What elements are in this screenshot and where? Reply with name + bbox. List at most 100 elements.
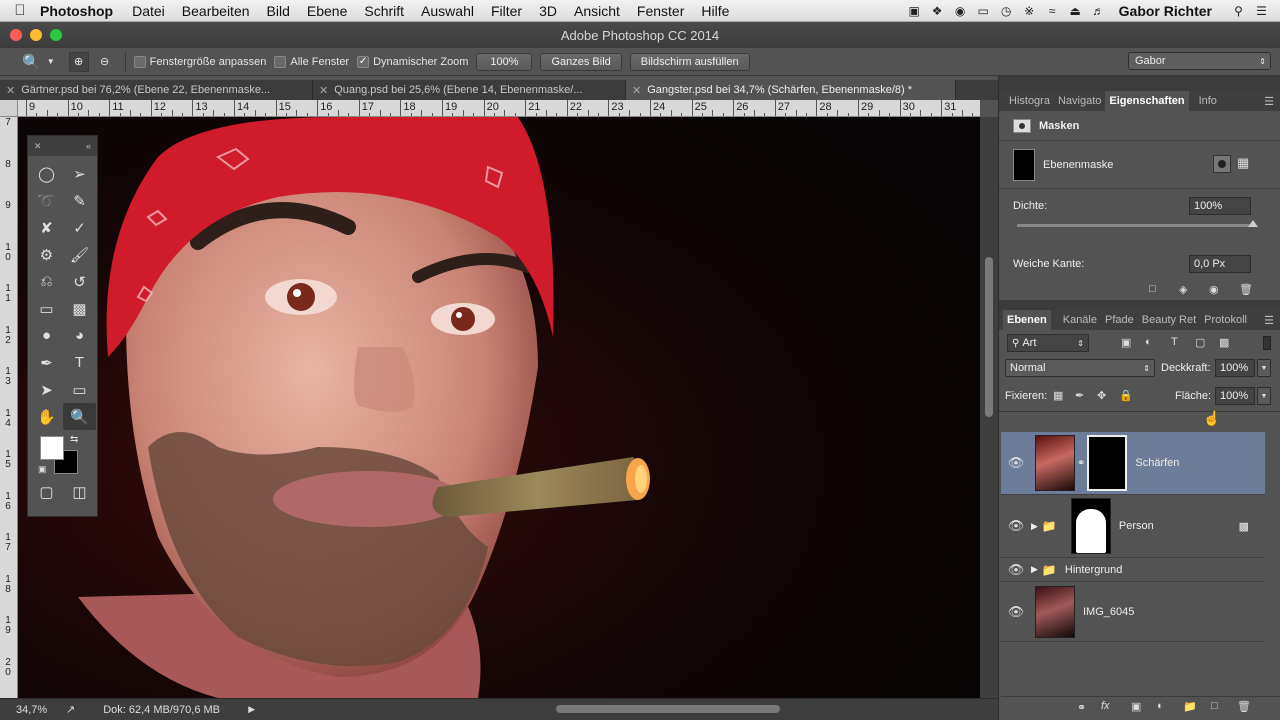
tab-navigator[interactable]: Navigato	[1054, 91, 1105, 111]
horizontal-scroll-thumb[interactable]	[556, 705, 780, 713]
select-pixel-mask-icon[interactable]	[1213, 155, 1231, 173]
history-brush-icon[interactable]: ↺	[63, 268, 96, 295]
zoom-tool-icon[interactable]: 🔍	[63, 403, 96, 430]
tab-beauty[interactable]: Beauty Ret	[1138, 310, 1200, 330]
tab-history[interactable]: Protokoll	[1200, 310, 1251, 330]
load-selection-icon[interactable]: □	[1149, 283, 1156, 295]
tab-quang[interactable]: ✕ Quang.psd bei 25,6% (Ebene 14, Ebenenma…	[313, 80, 626, 100]
hand-tool-icon[interactable]: ✋	[30, 403, 63, 430]
zoom-100-button[interactable]: 100%	[476, 52, 533, 71]
fit-screen-button[interactable]: Ganzes Bild	[540, 52, 622, 71]
add-vector-mask-icon[interactable]: ▦	[1237, 155, 1249, 171]
new-group-icon[interactable]: 📁	[1183, 700, 1197, 713]
menu-ansicht[interactable]: Ansicht	[574, 3, 620, 19]
bluetooth-icon[interactable]: ※	[1019, 4, 1040, 18]
blend-mode-select[interactable]: Normal ⇕	[1005, 359, 1155, 377]
quick-selection-icon[interactable]: ✎	[63, 187, 96, 214]
lock-transparent-icon[interactable]: ▦	[1053, 389, 1063, 402]
lock-position-icon[interactable]: ✥	[1097, 389, 1106, 402]
rectangle-shape-icon[interactable]: ▭	[63, 376, 96, 403]
blur-icon[interactable]: ●	[30, 322, 63, 349]
layer-thumbnail[interactable]	[1035, 435, 1075, 491]
toggle-mask-visibility-icon[interactable]: ◉	[1209, 283, 1219, 296]
screen-mode-icon[interactable]: ◫	[63, 480, 96, 504]
menu-fenster[interactable]: Fenster	[637, 3, 684, 19]
layer-row-schaerfen[interactable]: 👁 ⚭ Schärfen	[1001, 432, 1265, 495]
lock-image-icon[interactable]: ✒	[1075, 389, 1084, 402]
vertical-scroll-thumb[interactable]	[985, 257, 993, 417]
visibility-eye-icon[interactable]: 👁	[1001, 518, 1031, 534]
crop-icon[interactable]: ✘	[30, 214, 63, 241]
vertical-scrollbar[interactable]	[980, 117, 998, 698]
move-tool-icon[interactable]: ➢	[63, 160, 96, 187]
layer-name[interactable]: Hintergrund	[1065, 564, 1122, 576]
healing-brush-icon[interactable]: ⚙	[30, 241, 63, 268]
layer-row-img-6045[interactable]: 👁 IMG_6045	[1001, 582, 1265, 642]
filter-type-icon[interactable]: T	[1171, 336, 1178, 348]
eject-icon[interactable]: ⏏	[1065, 4, 1086, 18]
opacity-dropdown-icon[interactable]: ▼	[1257, 359, 1271, 377]
dropbox-icon[interactable]: ❖	[927, 4, 948, 18]
dodge-icon[interactable]: ◕	[63, 322, 96, 349]
close-tab-icon[interactable]: ✕	[6, 84, 15, 97]
dynamic-zoom-checkbox-box[interactable]: ✓	[357, 55, 370, 68]
fill-screen-button[interactable]: Bildschirm ausfüllen	[629, 52, 750, 71]
minimize-window-icon[interactable]	[30, 29, 42, 41]
volume-icon[interactable]: ♬	[1088, 4, 1109, 18]
layer-name[interactable]: Person	[1119, 520, 1154, 532]
opacity-input[interactable]: 100%	[1215, 359, 1255, 377]
workspace-select[interactable]: Gabor ⇕	[1128, 52, 1271, 70]
airplay-icon[interactable]: ▭	[973, 4, 994, 18]
filter-adjustment-icon[interactable]: ◐	[1145, 336, 1152, 348]
fill-dropdown-icon[interactable]: ▼	[1257, 387, 1271, 405]
eyedropper-icon[interactable]: ✓	[63, 214, 96, 241]
visibility-eye-icon[interactable]: 👁	[1001, 604, 1031, 620]
lock-all-icon[interactable]: 🔒	[1119, 389, 1133, 402]
new-adjustment-icon[interactable]: ◐	[1157, 700, 1164, 712]
zoom-tool-preset-icon[interactable]: 🔍	[22, 53, 41, 71]
layer-name[interactable]: Schärfen	[1135, 457, 1179, 469]
tab-properties[interactable]: Eigenschaften	[1105, 91, 1189, 111]
fill-input[interactable]: 100%	[1215, 387, 1255, 405]
panel-menu-icon[interactable]: ☰	[1264, 95, 1274, 108]
close-tab-icon[interactable]: ✕	[319, 84, 328, 97]
tab-layers[interactable]: Ebenen	[1003, 310, 1051, 330]
time-machine-icon[interactable]: ◷	[996, 4, 1017, 18]
tab-info[interactable]: Info	[1195, 91, 1221, 111]
fit-window-checkbox-box[interactable]	[133, 55, 146, 68]
default-colors-icon[interactable]: ▣	[38, 464, 47, 475]
fit-window-checkbox[interactable]: Fenstergröße anpassen	[133, 55, 266, 68]
layers-panel-menu-icon[interactable]: ☰	[1264, 314, 1274, 327]
spotlight-search-icon[interactable]: ⚲	[1228, 4, 1249, 18]
wifi-icon[interactable]: ≈	[1042, 4, 1063, 18]
display-icon[interactable]: ▣	[904, 4, 925, 18]
layer-style-fx-icon[interactable]: fx	[1101, 700, 1110, 712]
layer-row-person[interactable]: 👁 ▶ 📁 Person ▩	[1001, 495, 1265, 558]
tab-gangster[interactable]: ✕ Gangster.psd bei 34,7% (Schärfen, Ebene…	[626, 80, 956, 100]
close-tab-icon[interactable]: ✕	[632, 84, 641, 97]
close-window-icon[interactable]	[10, 29, 22, 41]
quick-mask-icon[interactable]: ▢	[30, 480, 63, 504]
link-layers-icon[interactable]: ⚭	[1077, 701, 1086, 714]
collapse-panel-icon[interactable]: «	[86, 141, 91, 151]
zoom-window-icon[interactable]	[50, 29, 62, 41]
group-mask-thumbnail[interactable]	[1070, 498, 1111, 554]
menu-hilfe[interactable]: Hilfe	[701, 3, 729, 19]
density-input[interactable]: 100%	[1189, 197, 1251, 215]
gradient-icon[interactable]: ▩	[63, 295, 96, 322]
delete-mask-icon[interactable]: 🗑	[1239, 283, 1253, 296]
filter-toggle-switch[interactable]	[1263, 336, 1271, 350]
image-canvas[interactable]	[18, 117, 980, 698]
path-selection-icon[interactable]: ➤	[30, 376, 63, 403]
menu-bild[interactable]: Bild	[267, 3, 290, 19]
lasso-icon[interactable]: ➰	[30, 187, 63, 214]
menu-app-name[interactable]: Photoshop	[40, 3, 113, 19]
type-tool-icon[interactable]: T	[63, 349, 96, 376]
group-expand-icon[interactable]: ▶	[1031, 521, 1038, 532]
menu-datei[interactable]: Datei	[132, 3, 165, 19]
tools-panel-header[interactable]: ✕ «	[28, 136, 97, 156]
status-menu-icon[interactable]: ▶	[248, 704, 255, 715]
menu-auswahl[interactable]: Auswahl	[421, 3, 474, 19]
vertical-ruler[interactable]: 7 8 9 10 11 12 13 14 15 16 17 18 19 20	[0, 100, 18, 698]
brush-icon[interactable]: 🖌	[63, 241, 96, 268]
